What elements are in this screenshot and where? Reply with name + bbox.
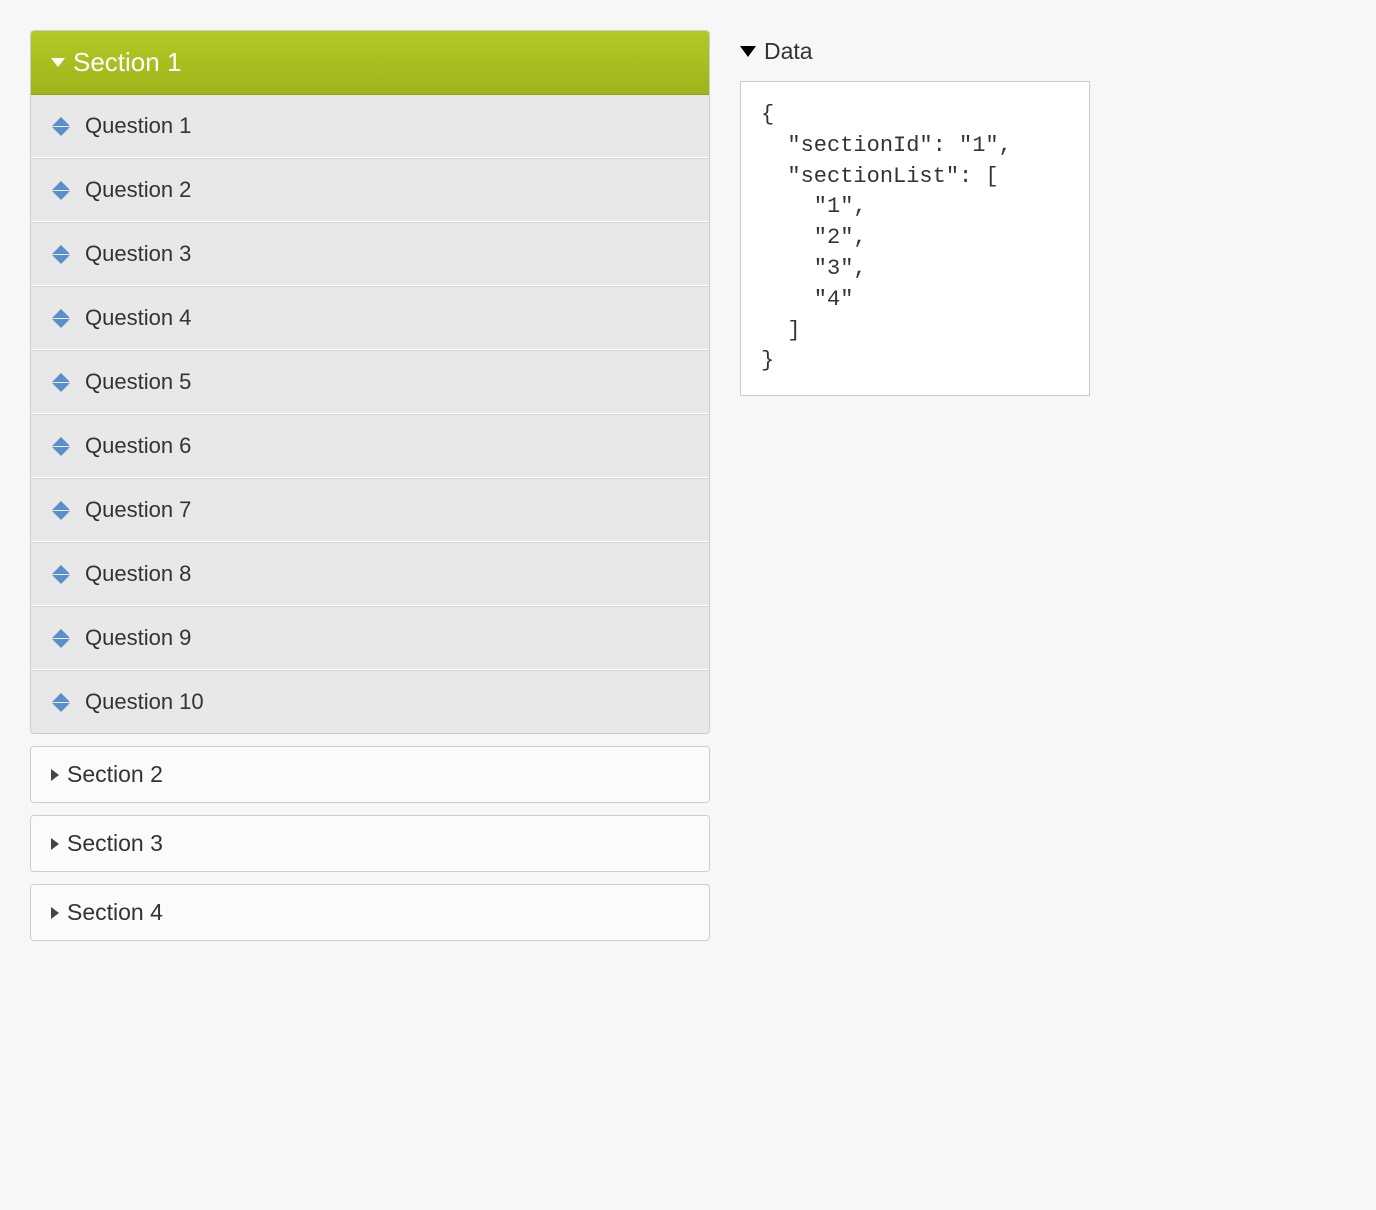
sort-handle-icon[interactable] bbox=[51, 691, 71, 713]
question-label: Question 1 bbox=[85, 113, 191, 139]
sort-handle-icon[interactable] bbox=[51, 371, 71, 393]
section-label: Section 2 bbox=[67, 761, 163, 788]
question-item[interactable]: Question 6 bbox=[31, 414, 709, 478]
question-label: Question 2 bbox=[85, 177, 191, 203]
question-item[interactable]: Question 3 bbox=[31, 222, 709, 286]
section-header-3[interactable]: Section 3 bbox=[31, 816, 709, 871]
section-label: Section 1 bbox=[73, 47, 181, 78]
caret-right-icon bbox=[51, 838, 59, 850]
question-label: Question 9 bbox=[85, 625, 191, 651]
sort-handle-icon[interactable] bbox=[51, 563, 71, 585]
section-accordion-4: Section 4 bbox=[30, 884, 710, 941]
section-accordion-2: Section 2 bbox=[30, 746, 710, 803]
sort-handle-icon[interactable] bbox=[51, 435, 71, 457]
question-item[interactable]: Question 1 bbox=[31, 95, 709, 158]
main-container: Section 1 Question 1 Question 2 Question… bbox=[30, 30, 1346, 953]
question-label: Question 10 bbox=[85, 689, 204, 715]
sort-handle-icon[interactable] bbox=[51, 243, 71, 265]
caret-right-icon bbox=[51, 769, 59, 781]
section-header-2[interactable]: Section 2 bbox=[31, 747, 709, 802]
section-accordion-3: Section 3 bbox=[30, 815, 710, 872]
question-item[interactable]: Question 2 bbox=[31, 158, 709, 222]
question-label: Question 6 bbox=[85, 433, 191, 459]
sort-handle-icon[interactable] bbox=[51, 307, 71, 329]
sort-handle-icon[interactable] bbox=[51, 179, 71, 201]
sections-column: Section 1 Question 1 Question 2 Question… bbox=[30, 30, 710, 953]
question-label: Question 8 bbox=[85, 561, 191, 587]
section-label: Section 4 bbox=[67, 899, 163, 926]
data-panel-header[interactable]: Data bbox=[740, 30, 1090, 81]
data-panel: Data { "sectionId": "1", "sectionList": … bbox=[740, 30, 1090, 953]
question-label: Question 7 bbox=[85, 497, 191, 523]
question-item[interactable]: Question 5 bbox=[31, 350, 709, 414]
section-label: Section 3 bbox=[67, 830, 163, 857]
sort-handle-icon[interactable] bbox=[51, 627, 71, 649]
data-json-output: { "sectionId": "1", "sectionList": [ "1"… bbox=[740, 81, 1090, 396]
question-item[interactable]: Question 7 bbox=[31, 478, 709, 542]
question-label: Question 5 bbox=[85, 369, 191, 395]
question-item[interactable]: Question 9 bbox=[31, 606, 709, 670]
question-label: Question 4 bbox=[85, 305, 191, 331]
question-item[interactable]: Question 8 bbox=[31, 542, 709, 606]
section-header-1[interactable]: Section 1 bbox=[31, 31, 709, 95]
question-label: Question 3 bbox=[85, 241, 191, 267]
sort-handle-icon[interactable] bbox=[51, 499, 71, 521]
section-accordion-1: Section 1 Question 1 Question 2 Question… bbox=[30, 30, 710, 734]
caret-down-icon bbox=[51, 58, 65, 67]
sort-handle-icon[interactable] bbox=[51, 115, 71, 137]
question-list: Question 1 Question 2 Question 3 Questio… bbox=[31, 95, 709, 733]
question-item[interactable]: Question 10 bbox=[31, 670, 709, 733]
caret-down-icon bbox=[740, 46, 756, 57]
section-header-4[interactable]: Section 4 bbox=[31, 885, 709, 940]
question-item[interactable]: Question 4 bbox=[31, 286, 709, 350]
caret-right-icon bbox=[51, 907, 59, 919]
data-panel-title: Data bbox=[764, 38, 813, 65]
